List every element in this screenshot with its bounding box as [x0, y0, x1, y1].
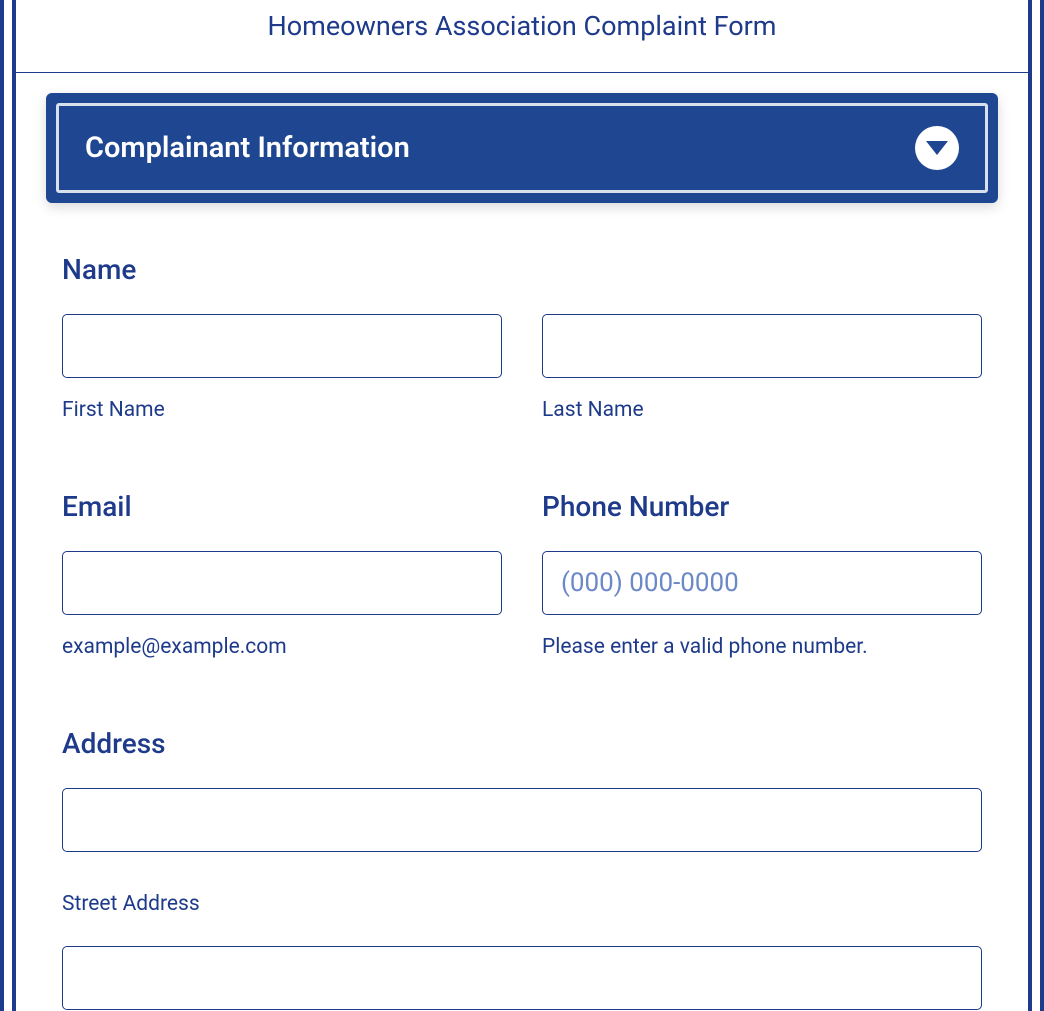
- inner-border: Homeowners Association Complaint Form Co…: [12, 0, 1032, 1011]
- phone-input[interactable]: [542, 551, 982, 615]
- email-sublabel: example@example.com: [62, 635, 502, 659]
- form-content: Complainant Information Name First Name: [16, 73, 1028, 1011]
- phone-label: Phone Number: [542, 490, 982, 523]
- form-header: Homeowners Association Complaint Form: [16, 0, 1028, 73]
- email-phone-row: Email example@example.com Phone Number P…: [62, 490, 982, 659]
- section-header-inner: Complainant Information: [56, 103, 988, 193]
- street-address-input[interactable]: [62, 788, 982, 852]
- form-fields: Name First Name Last Name Email: [46, 253, 998, 1011]
- email-input[interactable]: [62, 551, 502, 615]
- section-title: Complainant Information: [85, 131, 410, 165]
- email-col: Email example@example.com: [62, 490, 502, 659]
- name-row: First Name Last Name: [62, 314, 982, 422]
- address-line-2-input[interactable]: [62, 946, 982, 1010]
- collapse-toggle-icon: [915, 126, 959, 170]
- section-collapse-header[interactable]: Complainant Information: [46, 93, 998, 203]
- last-name-col: Last Name: [542, 314, 982, 422]
- first-name-col: First Name: [62, 314, 502, 422]
- first-name-sublabel: First Name: [62, 398, 502, 422]
- email-label: Email: [62, 490, 502, 523]
- last-name-sublabel: Last Name: [542, 398, 982, 422]
- name-label: Name: [62, 253, 982, 286]
- chevron-down-icon: [926, 141, 948, 155]
- phone-sublabel: Please enter a valid phone number.: [542, 635, 982, 659]
- phone-col: Phone Number Please enter a valid phone …: [542, 490, 982, 659]
- first-name-input[interactable]: [62, 314, 502, 378]
- last-name-input[interactable]: [542, 314, 982, 378]
- address-label: Address: [62, 727, 982, 760]
- outer-border: Homeowners Association Complaint Form Co…: [0, 0, 1044, 1011]
- street-address-sublabel: Street Address: [62, 892, 982, 916]
- address-group: Street Address: [62, 788, 982, 1011]
- form-subtitle: Homeowners Association Complaint Form: [16, 10, 1028, 42]
